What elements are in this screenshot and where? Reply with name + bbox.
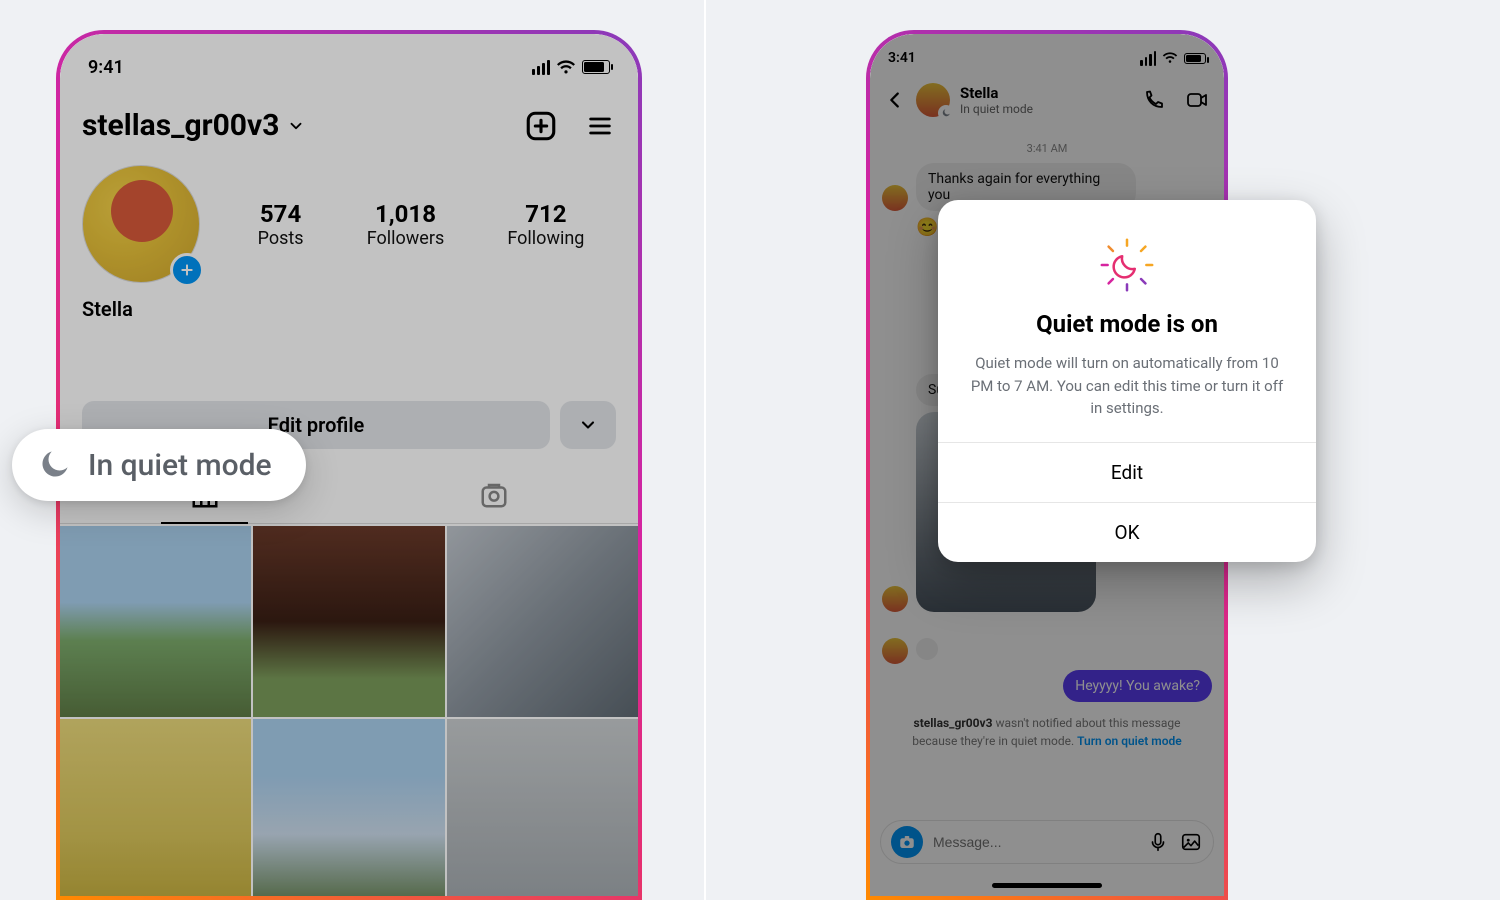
quiet-mode-sun-moon-icon [1096, 234, 1158, 296]
following-stat[interactable]: 712 Following [507, 200, 584, 249]
chat-avatar[interactable] [916, 83, 950, 117]
chat-status: In quiet mode [960, 102, 1033, 116]
chat-title[interactable]: Stella In quiet mode [960, 84, 1033, 116]
wifi-icon [556, 60, 576, 75]
vertical-divider [704, 0, 706, 900]
followers-count: 1,018 [367, 200, 445, 228]
modal-icon [964, 234, 1290, 296]
compose-bar [880, 820, 1214, 864]
hamburger-icon [584, 112, 616, 140]
posts-count: 574 [258, 200, 304, 228]
quiet-mode-label: In quiet mode [88, 448, 272, 483]
incoming-message-partial[interactable] [916, 638, 938, 660]
chevron-down-icon [287, 117, 305, 135]
chat-name: Stella [960, 84, 1033, 102]
voice-button[interactable] [1147, 831, 1169, 853]
modal-ok-button[interactable]: OK [938, 502, 1316, 562]
moon-icon [941, 108, 951, 118]
status-bar: 9:41 [60, 34, 638, 90]
following-count: 712 [507, 200, 584, 228]
modal-description: Quiet mode will turn on automatically fr… [964, 352, 1290, 420]
sender-avatar[interactable] [882, 638, 908, 664]
status-bar: 3:41 [870, 34, 1224, 74]
avatar-moon-badge [938, 105, 954, 121]
following-label: Following [507, 228, 584, 249]
plus-icon [179, 262, 195, 278]
followers-stat[interactable]: 1,018 Followers [367, 200, 445, 249]
sender-avatar[interactable] [882, 586, 908, 612]
create-button[interactable] [524, 109, 558, 143]
camera-button[interactable] [891, 826, 923, 858]
battery-icon [582, 60, 610, 74]
video-icon [1184, 88, 1210, 112]
modal-edit-button[interactable]: Edit [938, 442, 1316, 502]
phone-frame-left: 9:41 stellas_gr00v3 [56, 30, 642, 900]
mic-icon [1147, 831, 1169, 853]
notice-username: stellas_gr00v3 [914, 716, 993, 730]
menu-button[interactable] [584, 112, 616, 140]
tagged-icon [479, 480, 509, 510]
quiet-mode-notice: stellas_gr00v3 wasn't notified about thi… [882, 708, 1212, 756]
cellular-icon [1140, 51, 1156, 66]
posts-label: Posts [258, 228, 304, 249]
gallery-button[interactable] [1179, 831, 1203, 853]
plus-square-icon [524, 109, 558, 143]
turn-on-quiet-mode-link[interactable]: Turn on quiet mode [1077, 734, 1182, 748]
posts-stat[interactable]: 574 Posts [258, 200, 304, 249]
username: stellas_gr00v3 [82, 108, 279, 143]
grid-item[interactable] [447, 719, 638, 896]
video-call-button[interactable] [1184, 88, 1210, 112]
timestamp: 3:41 AM [882, 142, 1212, 155]
modal-ok-label: OK [1115, 521, 1140, 544]
display-name: Stella [60, 283, 638, 321]
camera-icon [898, 833, 916, 851]
add-story-button[interactable] [170, 253, 204, 287]
phone-icon [1142, 88, 1166, 112]
battery-icon [1184, 53, 1206, 64]
grid-item[interactable] [447, 526, 638, 717]
quiet-mode-pill: In quiet mode [12, 429, 306, 501]
chevron-down-icon [578, 415, 598, 435]
grid-item[interactable] [60, 719, 251, 896]
status-time: 3:41 [888, 50, 916, 66]
outgoing-message[interactable]: Heyyyy! You awake? [1063, 670, 1212, 702]
home-indicator [992, 883, 1102, 888]
audio-call-button[interactable] [1142, 88, 1166, 112]
grid-item[interactable] [60, 526, 251, 717]
suggested-users-button[interactable] [560, 401, 616, 449]
back-button[interactable] [884, 89, 906, 111]
modal-title: Quiet mode is on [964, 310, 1290, 338]
photo-grid [60, 526, 638, 896]
image-icon [1179, 831, 1203, 853]
tab-tagged[interactable] [349, 467, 638, 523]
modal-edit-label: Edit [1111, 461, 1143, 484]
wifi-icon [1162, 52, 1178, 64]
chevron-left-icon [884, 89, 906, 111]
moon-icon [36, 447, 72, 483]
grid-item[interactable] [253, 719, 444, 896]
status-time: 9:41 [88, 57, 124, 78]
profile-avatar[interactable] [82, 165, 200, 283]
followers-label: Followers [367, 228, 445, 249]
message-input[interactable] [933, 834, 1137, 850]
cellular-icon [532, 60, 550, 75]
sender-avatar[interactable] [882, 185, 908, 211]
username-dropdown[interactable]: stellas_gr00v3 [82, 108, 305, 143]
quiet-mode-modal: Quiet mode is on Quiet mode will turn on… [938, 200, 1316, 562]
grid-item[interactable] [253, 526, 444, 717]
